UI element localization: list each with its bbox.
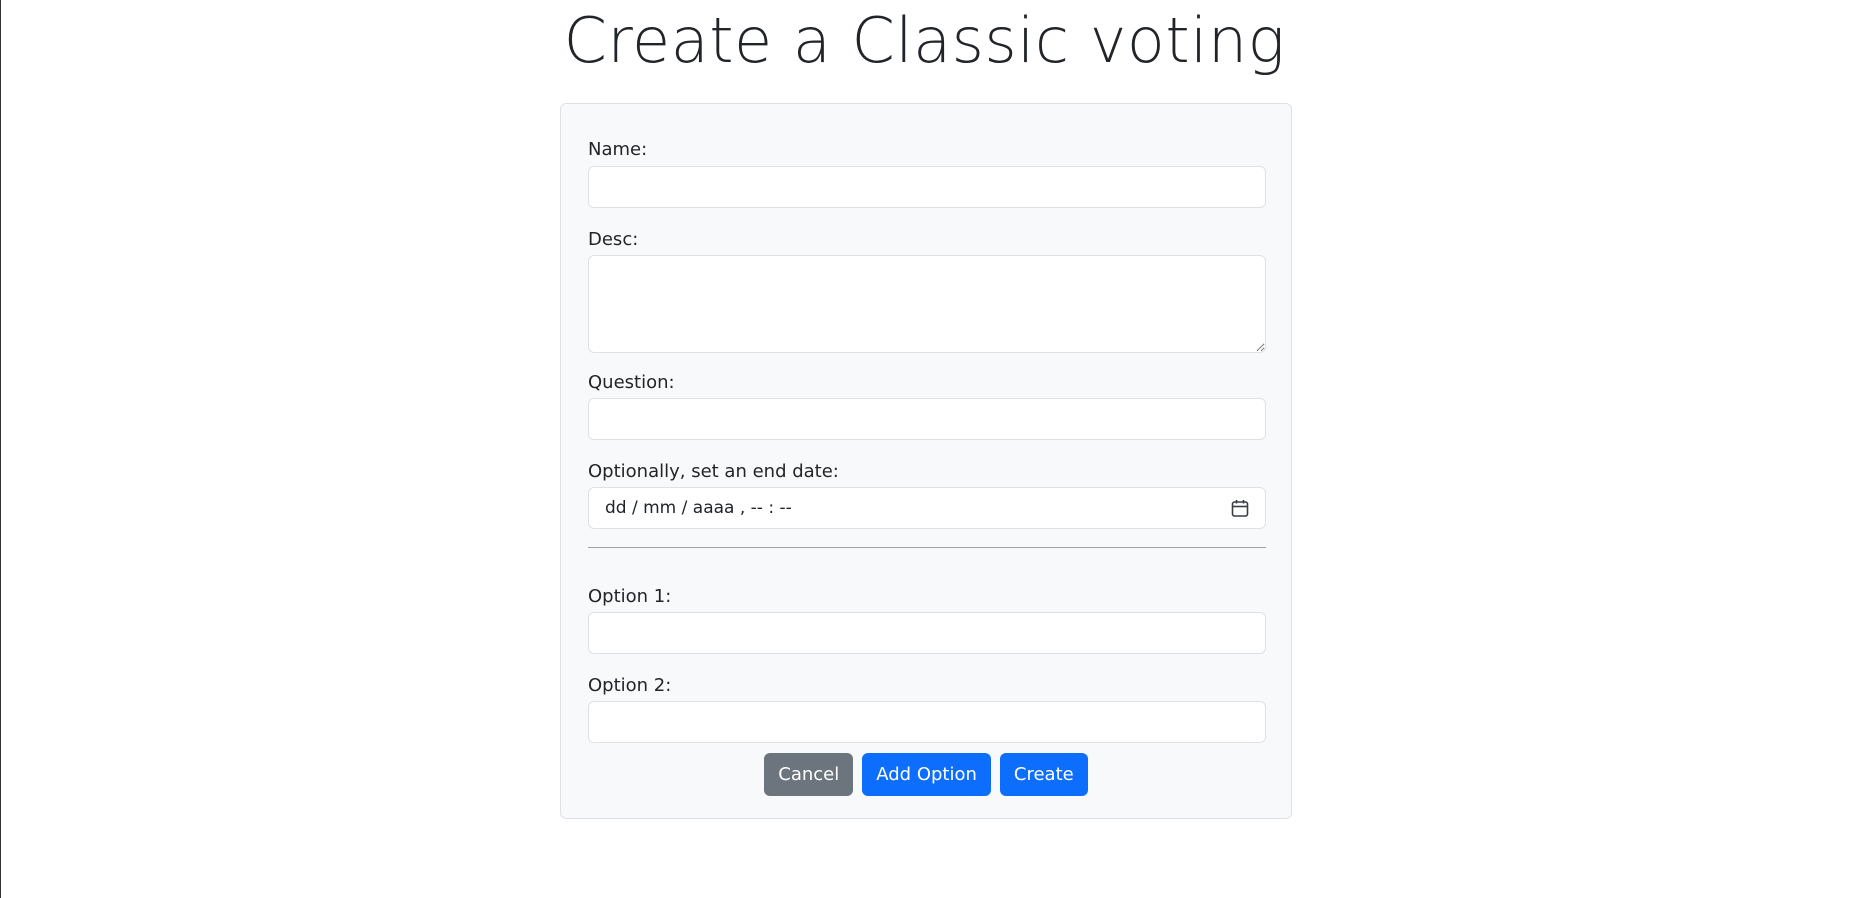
option-2-input[interactable]: [588, 701, 1266, 743]
end-date-input[interactable]: dd / mm / aaaa , -- : --: [588, 487, 1266, 529]
question-input[interactable]: [588, 398, 1266, 440]
section-divider: [588, 547, 1266, 548]
cancel-button[interactable]: Cancel: [764, 753, 854, 796]
form-actions: Cancel Add Option Create: [561, 753, 1291, 796]
window-left-edge: [0, 0, 1, 898]
add-option-button[interactable]: Add Option: [862, 753, 991, 796]
voting-form-card: Name: Desc: Question: Optionally, set an…: [560, 103, 1292, 819]
option-2-label: Option 2:: [588, 675, 672, 696]
end-date-placeholder: dd / mm / aaaa , -- : --: [605, 498, 792, 518]
create-button[interactable]: Create: [999, 753, 1088, 796]
question-label: Question:: [588, 372, 675, 393]
option-1-input[interactable]: [588, 612, 1266, 654]
desc-textarea[interactable]: [588, 255, 1266, 353]
desc-label: Desc:: [588, 229, 639, 250]
option-1-label: Option 1:: [588, 586, 672, 607]
calendar-icon[interactable]: [1231, 499, 1249, 518]
name-label: Name:: [588, 139, 648, 160]
name-input[interactable]: [588, 166, 1266, 208]
end-date-label: Optionally, set an end date:: [588, 461, 839, 482]
page-title: Create a Classic voting: [563, 4, 1286, 77]
